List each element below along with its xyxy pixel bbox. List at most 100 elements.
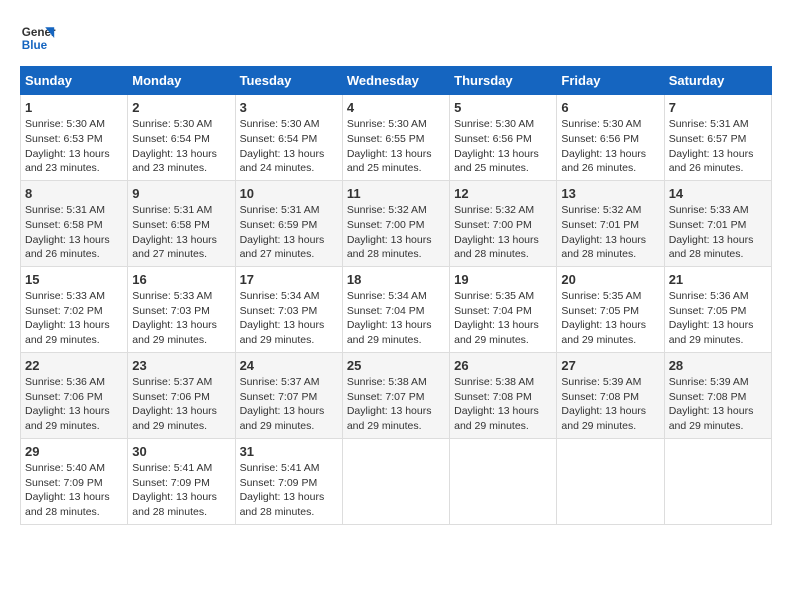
logo: General Blue	[20, 20, 56, 56]
calendar-cell: 19Sunrise: 5:35 AM Sunset: 7:04 PM Dayli…	[450, 266, 557, 352]
calendar-header-row: SundayMondayTuesdayWednesdayThursdayFrid…	[21, 67, 772, 95]
day-number: 5	[454, 99, 552, 117]
day-info: Sunrise: 5:36 AM Sunset: 7:05 PM Dayligh…	[669, 289, 767, 348]
header-tuesday: Tuesday	[235, 67, 342, 95]
calendar-cell: 20Sunrise: 5:35 AM Sunset: 7:05 PM Dayli…	[557, 266, 664, 352]
day-number: 24	[240, 357, 338, 375]
day-number: 18	[347, 271, 445, 289]
calendar-cell: 5Sunrise: 5:30 AM Sunset: 6:56 PM Daylig…	[450, 95, 557, 181]
day-number: 2	[132, 99, 230, 117]
calendar-cell	[557, 438, 664, 524]
day-info: Sunrise: 5:35 AM Sunset: 7:05 PM Dayligh…	[561, 289, 659, 348]
calendar-cell: 30Sunrise: 5:41 AM Sunset: 7:09 PM Dayli…	[128, 438, 235, 524]
day-info: Sunrise: 5:32 AM Sunset: 7:01 PM Dayligh…	[561, 203, 659, 262]
day-number: 7	[669, 99, 767, 117]
day-number: 30	[132, 443, 230, 461]
calendar-cell: 31Sunrise: 5:41 AM Sunset: 7:09 PM Dayli…	[235, 438, 342, 524]
day-info: Sunrise: 5:31 AM Sunset: 6:58 PM Dayligh…	[132, 203, 230, 262]
calendar-cell: 2Sunrise: 5:30 AM Sunset: 6:54 PM Daylig…	[128, 95, 235, 181]
svg-text:Blue: Blue	[22, 39, 48, 52]
week-row-4: 22Sunrise: 5:36 AM Sunset: 7:06 PM Dayli…	[21, 352, 772, 438]
day-info: Sunrise: 5:33 AM Sunset: 7:03 PM Dayligh…	[132, 289, 230, 348]
calendar-cell: 27Sunrise: 5:39 AM Sunset: 7:08 PM Dayli…	[557, 352, 664, 438]
calendar-cell: 11Sunrise: 5:32 AM Sunset: 7:00 PM Dayli…	[342, 180, 449, 266]
day-number: 15	[25, 271, 123, 289]
day-info: Sunrise: 5:37 AM Sunset: 7:07 PM Dayligh…	[240, 375, 338, 434]
day-number: 16	[132, 271, 230, 289]
day-number: 17	[240, 271, 338, 289]
day-number: 28	[669, 357, 767, 375]
calendar-cell: 9Sunrise: 5:31 AM Sunset: 6:58 PM Daylig…	[128, 180, 235, 266]
calendar-table: SundayMondayTuesdayWednesdayThursdayFrid…	[20, 66, 772, 525]
day-info: Sunrise: 5:36 AM Sunset: 7:06 PM Dayligh…	[25, 375, 123, 434]
calendar-cell: 12Sunrise: 5:32 AM Sunset: 7:00 PM Dayli…	[450, 180, 557, 266]
day-number: 29	[25, 443, 123, 461]
day-number: 21	[669, 271, 767, 289]
day-info: Sunrise: 5:38 AM Sunset: 7:07 PM Dayligh…	[347, 375, 445, 434]
logo-icon: General Blue	[20, 20, 56, 56]
calendar-cell: 17Sunrise: 5:34 AM Sunset: 7:03 PM Dayli…	[235, 266, 342, 352]
calendar-cell: 4Sunrise: 5:30 AM Sunset: 6:55 PM Daylig…	[342, 95, 449, 181]
day-info: Sunrise: 5:39 AM Sunset: 7:08 PM Dayligh…	[561, 375, 659, 434]
day-number: 20	[561, 271, 659, 289]
day-info: Sunrise: 5:30 AM Sunset: 6:53 PM Dayligh…	[25, 117, 123, 176]
day-number: 3	[240, 99, 338, 117]
day-number: 26	[454, 357, 552, 375]
week-row-1: 1Sunrise: 5:30 AM Sunset: 6:53 PM Daylig…	[21, 95, 772, 181]
day-info: Sunrise: 5:30 AM Sunset: 6:56 PM Dayligh…	[454, 117, 552, 176]
day-number: 31	[240, 443, 338, 461]
day-info: Sunrise: 5:33 AM Sunset: 7:02 PM Dayligh…	[25, 289, 123, 348]
calendar-cell: 26Sunrise: 5:38 AM Sunset: 7:08 PM Dayli…	[450, 352, 557, 438]
day-number: 14	[669, 185, 767, 203]
day-info: Sunrise: 5:38 AM Sunset: 7:08 PM Dayligh…	[454, 375, 552, 434]
day-number: 9	[132, 185, 230, 203]
day-info: Sunrise: 5:41 AM Sunset: 7:09 PM Dayligh…	[240, 461, 338, 520]
header-thursday: Thursday	[450, 67, 557, 95]
day-number: 19	[454, 271, 552, 289]
week-row-3: 15Sunrise: 5:33 AM Sunset: 7:02 PM Dayli…	[21, 266, 772, 352]
day-info: Sunrise: 5:30 AM Sunset: 6:54 PM Dayligh…	[132, 117, 230, 176]
day-number: 8	[25, 185, 123, 203]
day-number: 4	[347, 99, 445, 117]
calendar-cell: 25Sunrise: 5:38 AM Sunset: 7:07 PM Dayli…	[342, 352, 449, 438]
day-info: Sunrise: 5:34 AM Sunset: 7:04 PM Dayligh…	[347, 289, 445, 348]
calendar-cell: 24Sunrise: 5:37 AM Sunset: 7:07 PM Dayli…	[235, 352, 342, 438]
day-number: 10	[240, 185, 338, 203]
calendar-cell: 8Sunrise: 5:31 AM Sunset: 6:58 PM Daylig…	[21, 180, 128, 266]
calendar-cell: 10Sunrise: 5:31 AM Sunset: 6:59 PM Dayli…	[235, 180, 342, 266]
day-info: Sunrise: 5:31 AM Sunset: 6:59 PM Dayligh…	[240, 203, 338, 262]
calendar-cell: 14Sunrise: 5:33 AM Sunset: 7:01 PM Dayli…	[664, 180, 771, 266]
day-info: Sunrise: 5:33 AM Sunset: 7:01 PM Dayligh…	[669, 203, 767, 262]
day-info: Sunrise: 5:30 AM Sunset: 6:54 PM Dayligh…	[240, 117, 338, 176]
calendar-cell: 1Sunrise: 5:30 AM Sunset: 6:53 PM Daylig…	[21, 95, 128, 181]
day-info: Sunrise: 5:31 AM Sunset: 6:57 PM Dayligh…	[669, 117, 767, 176]
day-number: 13	[561, 185, 659, 203]
calendar-cell	[664, 438, 771, 524]
day-info: Sunrise: 5:37 AM Sunset: 7:06 PM Dayligh…	[132, 375, 230, 434]
calendar-cell: 18Sunrise: 5:34 AM Sunset: 7:04 PM Dayli…	[342, 266, 449, 352]
day-number: 12	[454, 185, 552, 203]
calendar-cell: 13Sunrise: 5:32 AM Sunset: 7:01 PM Dayli…	[557, 180, 664, 266]
week-row-2: 8Sunrise: 5:31 AM Sunset: 6:58 PM Daylig…	[21, 180, 772, 266]
day-info: Sunrise: 5:40 AM Sunset: 7:09 PM Dayligh…	[25, 461, 123, 520]
day-info: Sunrise: 5:35 AM Sunset: 7:04 PM Dayligh…	[454, 289, 552, 348]
day-number: 6	[561, 99, 659, 117]
day-info: Sunrise: 5:30 AM Sunset: 6:56 PM Dayligh…	[561, 117, 659, 176]
day-info: Sunrise: 5:34 AM Sunset: 7:03 PM Dayligh…	[240, 289, 338, 348]
header-saturday: Saturday	[664, 67, 771, 95]
week-row-5: 29Sunrise: 5:40 AM Sunset: 7:09 PM Dayli…	[21, 438, 772, 524]
day-number: 11	[347, 185, 445, 203]
calendar-cell: 6Sunrise: 5:30 AM Sunset: 6:56 PM Daylig…	[557, 95, 664, 181]
day-number: 1	[25, 99, 123, 117]
calendar-cell: 7Sunrise: 5:31 AM Sunset: 6:57 PM Daylig…	[664, 95, 771, 181]
day-number: 27	[561, 357, 659, 375]
day-number: 23	[132, 357, 230, 375]
calendar-cell	[342, 438, 449, 524]
calendar-cell	[450, 438, 557, 524]
day-info: Sunrise: 5:32 AM Sunset: 7:00 PM Dayligh…	[347, 203, 445, 262]
day-info: Sunrise: 5:31 AM Sunset: 6:58 PM Dayligh…	[25, 203, 123, 262]
calendar-cell: 15Sunrise: 5:33 AM Sunset: 7:02 PM Dayli…	[21, 266, 128, 352]
calendar-cell: 21Sunrise: 5:36 AM Sunset: 7:05 PM Dayli…	[664, 266, 771, 352]
day-info: Sunrise: 5:30 AM Sunset: 6:55 PM Dayligh…	[347, 117, 445, 176]
calendar-cell: 22Sunrise: 5:36 AM Sunset: 7:06 PM Dayli…	[21, 352, 128, 438]
